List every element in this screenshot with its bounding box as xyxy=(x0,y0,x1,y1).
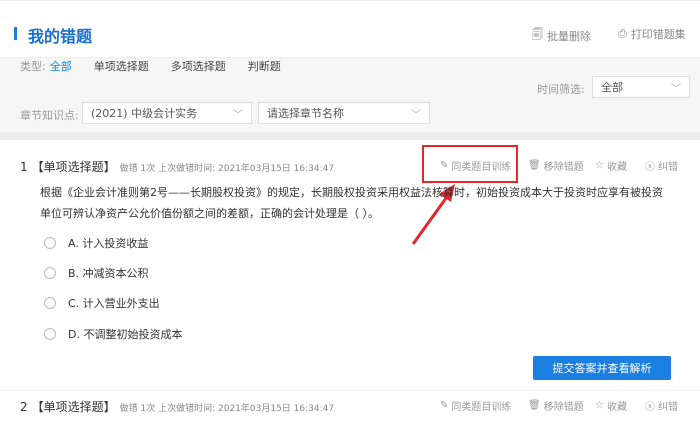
correct-button[interactable]: ⓧ 纠错 xyxy=(645,398,678,413)
correct-label: 纠错 xyxy=(658,162,678,173)
chapter-select[interactable]: 请选择章节名称 ﹀ xyxy=(258,102,430,124)
divider xyxy=(0,390,700,391)
time-filter-label: 时间筛选: xyxy=(537,83,585,96)
remove-label: 移除错题 xyxy=(543,162,584,173)
question-header: 2 【单项选择题】 做错 1次 上次做错时间: 2021年03月15日 16:34:… xyxy=(20,398,334,415)
type-label: 类型: xyxy=(20,60,46,73)
similar-label: 同类题目训练 xyxy=(451,402,512,413)
option-b[interactable]: B. 冲减资本公积 xyxy=(44,265,149,281)
close-circle-icon: ⓧ xyxy=(645,402,655,413)
chevron-down-icon: ﹀ xyxy=(671,83,681,95)
subject-select[interactable]: (2021) 中级会计实务 ﹀ xyxy=(82,102,252,124)
favorite-button[interactable]: ☆ 收藏 xyxy=(595,158,627,173)
print-button[interactable]: ⎙ 打印错题集 xyxy=(618,26,686,42)
option-d[interactable]: D. 不调整初始投资成本 xyxy=(44,326,182,342)
radio-button[interactable] xyxy=(44,297,56,309)
subject-value: (2021) 中级会计实务 xyxy=(91,107,198,120)
option-label: C. 计入营业外支出 xyxy=(68,297,160,310)
remove-label: 移除错题 xyxy=(543,402,584,413)
correct-label: 纠错 xyxy=(658,402,678,413)
question-meta: 做错 1次 上次做错时间: 2021年03月15日 16:34:47 xyxy=(119,404,335,414)
radio-button[interactable] xyxy=(44,328,56,340)
question-header: 1 【单项选择题】 做错 1次 上次做错时间: 2021年03月15日 16:34:… xyxy=(20,158,334,175)
question-number: 1 xyxy=(20,160,28,174)
type-true-false[interactable]: 判断题 xyxy=(248,58,281,74)
edit-icon: ✎ xyxy=(440,400,449,411)
question-text: 根据《企业会计准则第2号——长期股权投资》的规定，长期股权投资采用权益法核算时，… xyxy=(40,186,663,220)
question-number: 2 xyxy=(20,400,28,414)
question-meta: 做错 1次 上次做错时间: 2021年03月15日 16:34:47 xyxy=(119,164,335,174)
star-icon: ☆ xyxy=(595,400,604,411)
star-icon: ☆ xyxy=(595,160,604,171)
question-type: 【单项选择题】 xyxy=(31,160,116,174)
section-divider xyxy=(0,132,700,140)
title-accent-bar xyxy=(14,27,17,40)
batch-delete-icon: 🗐 xyxy=(532,28,543,41)
highlight-box xyxy=(422,145,518,183)
time-filter-select[interactable]: 全部 ﹀ xyxy=(592,76,690,98)
trash-icon: 🗑 xyxy=(528,160,541,171)
page-title: 我的错题 xyxy=(28,27,93,46)
printer-icon: ⎙ xyxy=(618,27,627,40)
batch-delete-button[interactable]: 🗐 批量删除 xyxy=(532,26,591,45)
favorite-label: 收藏 xyxy=(606,402,627,413)
type-multiple-choice[interactable]: 多项选择题 xyxy=(171,58,226,74)
favorite-button[interactable]: ☆ 收藏 xyxy=(595,398,627,413)
option-label: D. 不调整初始投资成本 xyxy=(68,328,183,341)
close-circle-icon: ⓧ xyxy=(645,162,655,173)
question-type: 【单项选择题】 xyxy=(31,400,116,414)
type-all[interactable]: 全部 xyxy=(50,58,72,74)
similar-training-button[interactable]: ✎ 同类题目训练 xyxy=(440,398,511,413)
type-single-choice[interactable]: 单项选择题 xyxy=(94,58,149,74)
submit-button[interactable]: 提交答案并查看解析 xyxy=(533,356,671,380)
chevron-down-icon: ﹀ xyxy=(411,109,421,121)
chapter-label: 章节知识点: xyxy=(20,109,79,122)
batch-delete-label: 批量删除 xyxy=(547,29,591,43)
option-a[interactable]: A. 计入投资收益 xyxy=(44,235,148,251)
chevron-down-icon: ﹀ xyxy=(233,109,243,121)
trash-icon: 🗑 xyxy=(528,400,541,411)
favorite-label: 收藏 xyxy=(606,162,627,173)
option-label: A. 计入投资收益 xyxy=(68,237,149,250)
page-header xyxy=(0,0,700,58)
type-filter: 类型: 全部 单项选择题 多项选择题 判断题 xyxy=(20,58,281,74)
option-c[interactable]: C. 计入营业外支出 xyxy=(44,295,160,311)
remove-button[interactable]: 🗑 移除错题 xyxy=(528,158,584,173)
print-label: 打印错题集 xyxy=(630,28,686,41)
time-filter-value: 全部 xyxy=(601,81,623,94)
option-label: B. 冲减资本公积 xyxy=(68,267,149,280)
correct-button[interactable]: ⓧ 纠错 xyxy=(645,158,678,173)
radio-button[interactable] xyxy=(44,237,56,249)
radio-button[interactable] xyxy=(44,267,56,279)
chapter-placeholder: 请选择章节名称 xyxy=(267,107,344,120)
remove-button[interactable]: 🗑 移除错题 xyxy=(528,398,584,413)
